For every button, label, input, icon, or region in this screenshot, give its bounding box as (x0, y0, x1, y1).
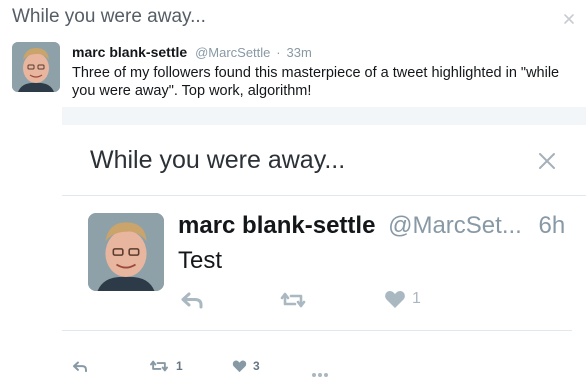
separator: · (276, 45, 281, 60)
author-name: marc blank-settle (178, 212, 376, 239)
author-handle[interactable]: @MarcSettle (195, 45, 270, 60)
tweet-time: 6h (538, 212, 566, 239)
like-count: 3 (253, 359, 260, 373)
embedded-image-top-bar (62, 107, 586, 125)
divider (62, 330, 572, 331)
embedded-tweet-text: Test (178, 247, 223, 274)
reply-icon (73, 361, 87, 373)
tweet-time[interactable]: 33m (287, 45, 312, 60)
reply-action (180, 291, 204, 309)
more-icon[interactable] (312, 364, 330, 382)
tweet-text: Three of my followers found this masterp… (72, 65, 560, 99)
reply-icon (181, 292, 203, 309)
avatar[interactable] (12, 42, 60, 92)
close-icon[interactable] (562, 12, 576, 26)
author-handle: @MarcSet... (388, 212, 522, 239)
like-count: 1 (412, 290, 421, 307)
embedded-tweet-header: marc blank-settle @MarcSet... 6h (178, 212, 565, 240)
reply-button[interactable] (72, 360, 88, 373)
panel-title: While you were away... (12, 6, 206, 27)
heart-icon (385, 290, 405, 308)
divider (62, 195, 586, 196)
retweet-button[interactable]: 1 (148, 359, 183, 373)
retweet-action (278, 291, 308, 309)
like-action: 1 (384, 289, 421, 309)
author-name[interactable]: marc blank-settle (72, 44, 187, 60)
like-button[interactable]: 3 (232, 359, 260, 373)
avatar (88, 213, 164, 291)
retweet-icon (149, 360, 169, 372)
embedded-title: While you were away... (90, 146, 346, 174)
close-icon (536, 150, 558, 172)
tweet-header: marc blank-settle @MarcSettle · 33m (72, 44, 312, 60)
retweet-count: 1 (176, 359, 183, 373)
retweet-icon (280, 292, 306, 308)
heart-icon (232, 360, 247, 373)
